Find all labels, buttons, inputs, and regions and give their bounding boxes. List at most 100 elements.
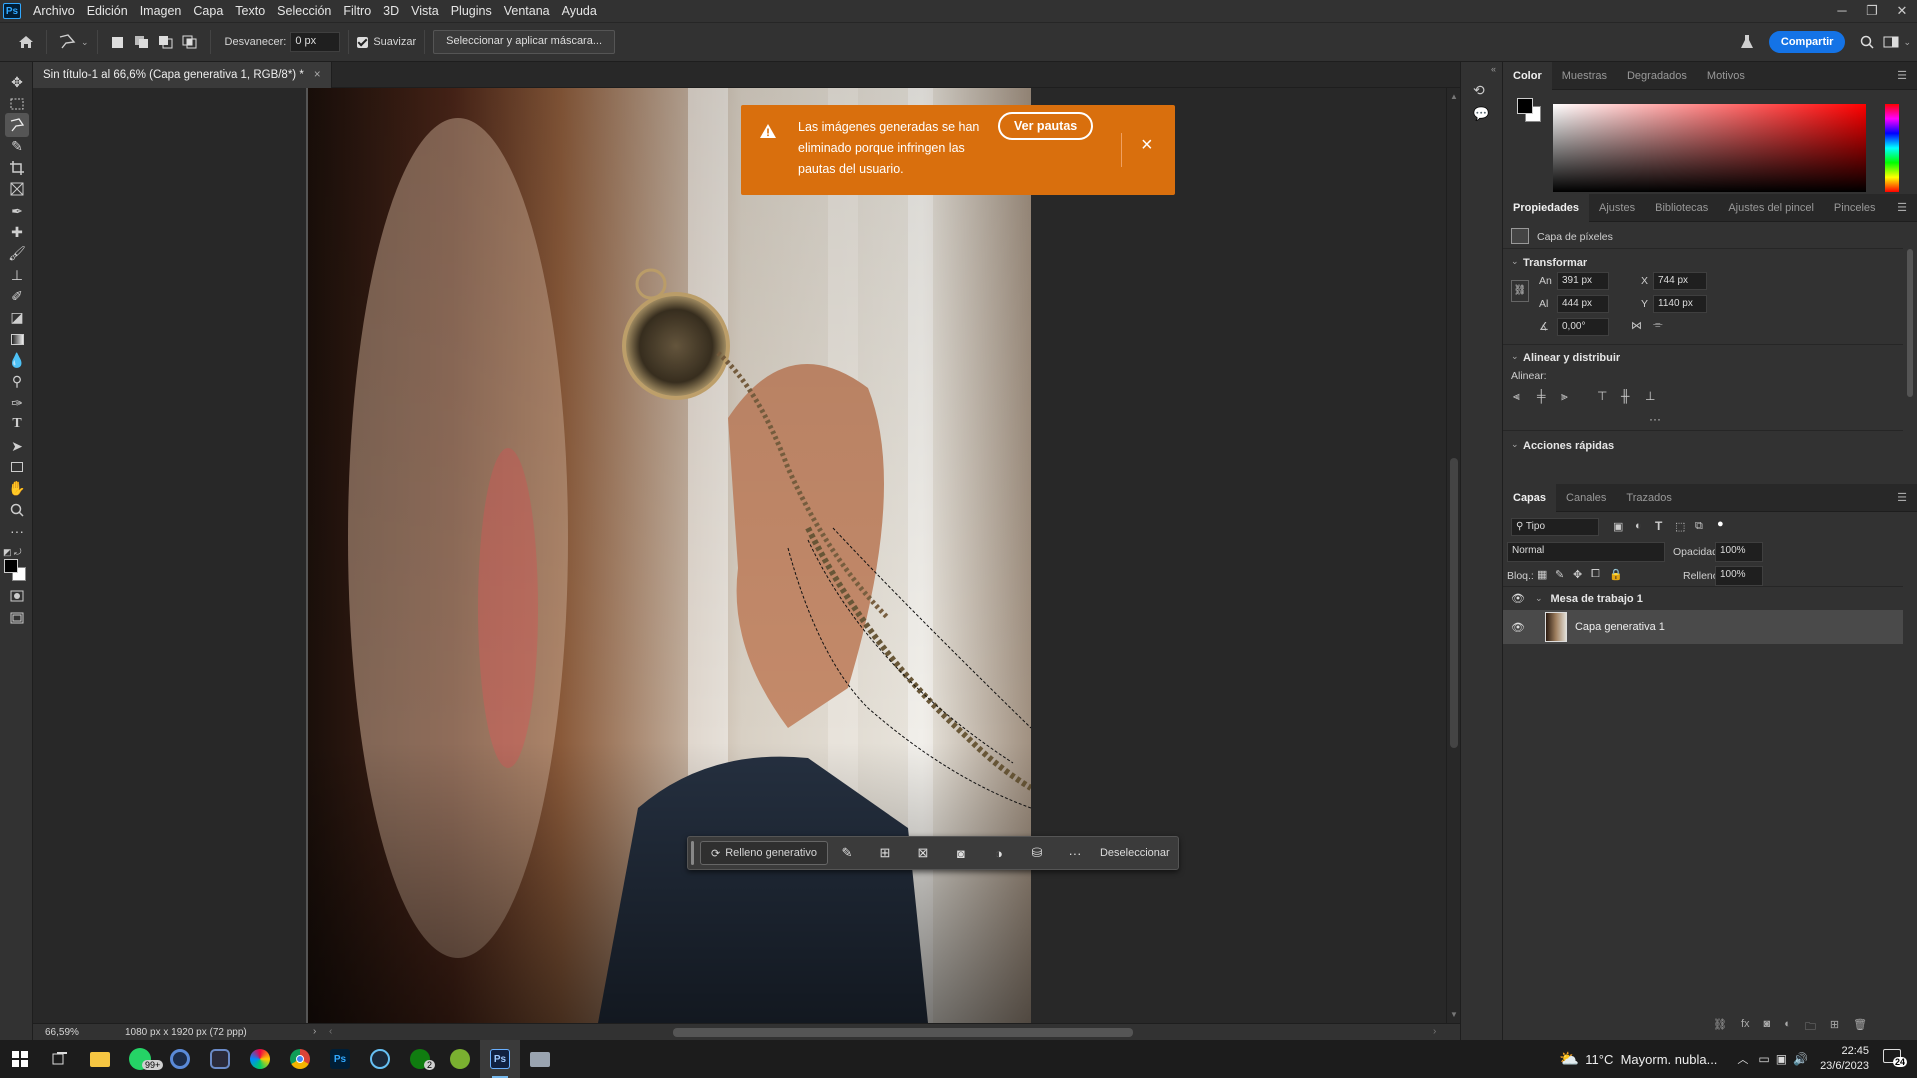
layer-row[interactable]: 👁 Capa generativa 1 xyxy=(1503,610,1903,644)
align-chevron-icon[interactable]: ⌄ xyxy=(1511,351,1519,362)
document-image[interactable] xyxy=(308,88,1031,1023)
display-icon[interactable]: ▣ xyxy=(1776,1052,1787,1066)
clock[interactable]: 22:45 23/6/2023 xyxy=(1820,1044,1869,1074)
smooth-checkbox[interactable] xyxy=(357,36,369,48)
menu-plugins[interactable]: Plugins xyxy=(445,4,498,18)
menu-edicion[interactable]: Edición xyxy=(81,4,134,18)
height-input[interactable]: 444 px xyxy=(1557,295,1609,313)
tab-properties[interactable]: Propiedades xyxy=(1503,193,1590,222)
align-center-h-icon[interactable]: ╪ xyxy=(1537,389,1546,403)
new-group-icon[interactable]: 🗀 xyxy=(1805,1018,1816,1037)
quick-mask-icon[interactable] xyxy=(5,584,29,608)
filter-type-icon[interactable]: T xyxy=(1655,519,1662,533)
create-mask-icon[interactable]: ◙ xyxy=(942,846,980,861)
opacity-input[interactable]: 100% xyxy=(1715,542,1763,562)
weather-icon[interactable]: ⛅ xyxy=(1559,1049,1579,1069)
tab-patterns[interactable]: Motivos xyxy=(1697,62,1755,90)
filter-smart-object-icon[interactable]: ⧉ xyxy=(1695,520,1703,533)
polygonal-lasso-icon[interactable] xyxy=(55,30,79,54)
notifications-icon[interactable]: 24 xyxy=(1883,1049,1908,1069)
horizontal-scroll-thumb[interactable] xyxy=(673,1028,1133,1037)
whatsapp-icon[interactable]: 99+ xyxy=(120,1040,164,1078)
home-icon[interactable] xyxy=(14,30,38,54)
align-top-icon[interactable]: ⊤ xyxy=(1597,389,1607,403)
tab-swatches[interactable]: Muestras xyxy=(1552,62,1617,90)
search-icon[interactable] xyxy=(1855,30,1879,54)
scroll-down-icon[interactable]: ▼ xyxy=(1450,1010,1458,1019)
lock-transparent-icon[interactable]: ▦ xyxy=(1537,568,1547,581)
menu-imagen[interactable]: Imagen xyxy=(134,4,188,18)
menu-vista[interactable]: Vista xyxy=(405,4,445,18)
layer-style-icon[interactable]: fx xyxy=(1741,1018,1750,1037)
properties-scroll-thumb[interactable] xyxy=(1907,249,1913,397)
expand-artboard-icon[interactable]: ⌄ xyxy=(1535,593,1543,604)
width-input[interactable]: 391 px xyxy=(1557,272,1609,290)
app-green-icon[interactable] xyxy=(440,1040,480,1078)
properties-menu-icon[interactable]: ☰ xyxy=(1887,194,1917,222)
close-window-icon[interactable]: ✕ xyxy=(1887,3,1917,19)
align-bottom-icon[interactable]: ⊥ xyxy=(1645,389,1655,403)
zoom-level[interactable]: 66,59% xyxy=(45,1027,115,1038)
flip-horizontal-icon[interactable]: ⋈ xyxy=(1631,319,1642,332)
network-icon[interactable]: ▭ xyxy=(1758,1052,1769,1066)
comments-panel-icon[interactable]: 💬 xyxy=(1473,106,1489,122)
y-input[interactable]: 1140 px xyxy=(1653,295,1707,313)
color-panel-menu-icon[interactable]: ☰ xyxy=(1887,62,1917,90)
tab-gradients[interactable]: Degradados xyxy=(1617,62,1697,90)
vertical-scroll-thumb[interactable] xyxy=(1450,458,1458,748)
lock-position-icon[interactable]: ✥ xyxy=(1573,568,1582,581)
app-colorful-icon[interactable] xyxy=(240,1040,280,1078)
x-input[interactable]: 744 px xyxy=(1653,272,1707,290)
link-dimensions-icon[interactable]: ⛓ xyxy=(1511,280,1529,302)
align-right-icon[interactable]: ⫸ xyxy=(1561,389,1568,404)
type-tool-icon[interactable]: T xyxy=(5,412,29,436)
minimize-icon[interactable]: ─ xyxy=(1827,3,1857,19)
lock-artboard-icon[interactable]: ⧠ xyxy=(1591,568,1600,581)
modify-selection-icon[interactable]: ✎ xyxy=(828,845,866,861)
subtract-selection-icon[interactable] xyxy=(154,30,178,54)
color-field[interactable] xyxy=(1553,104,1866,192)
contract-selection-icon[interactable]: ⊠ xyxy=(904,845,942,861)
lock-image-icon[interactable]: ✎ xyxy=(1555,568,1564,581)
new-adjustment-icon[interactable]: ◐ xyxy=(1784,1018,1791,1037)
flask-icon[interactable] xyxy=(1735,30,1759,54)
tab-layers[interactable]: Capas xyxy=(1503,483,1557,512)
restore-icon[interactable]: ❐ xyxy=(1857,3,1887,19)
frame-tool-icon[interactable] xyxy=(5,177,29,201)
more-align-icon[interactable]: ··· xyxy=(1649,412,1661,426)
show-hidden-icons-icon[interactable]: ︿ xyxy=(1737,1051,1748,1067)
document-tab[interactable]: Sin título-1 al 66,6% (Capa generativa 1… xyxy=(33,62,332,88)
layer-filter-select[interactable]: ⚲ Tipo xyxy=(1511,518,1599,536)
feather-input[interactable]: 0 px xyxy=(290,32,341,52)
menu-filtro[interactable]: Filtro xyxy=(337,4,377,18)
tab-adjustments[interactable]: Ajustes xyxy=(1589,194,1645,222)
blend-mode-select[interactable]: Normal xyxy=(1507,542,1665,562)
brush-tool-icon[interactable]: 🖌 xyxy=(5,241,29,265)
drag-handle[interactable] xyxy=(691,841,694,865)
filter-adjustment-icon[interactable]: ◐ xyxy=(1635,520,1642,532)
expand-selection-icon[interactable]: ⊞ xyxy=(866,845,904,861)
fill-input[interactable]: 100% xyxy=(1715,566,1763,586)
quick-actions-chevron-icon[interactable]: ⌄ xyxy=(1511,439,1519,450)
app-monitor-icon[interactable] xyxy=(520,1040,560,1078)
volume-icon[interactable]: 🔊 xyxy=(1793,1052,1808,1066)
fill-selection-icon[interactable]: ⛁ xyxy=(1018,845,1056,861)
angle-input[interactable]: 0,00° xyxy=(1557,318,1609,336)
layers-menu-icon[interactable]: ☰ xyxy=(1887,484,1917,512)
fg-color-chip[interactable] xyxy=(1517,98,1533,114)
add-selection-icon[interactable] xyxy=(130,30,154,54)
filter-toggle-icon[interactable]: ● xyxy=(1717,518,1724,530)
move-tool-icon[interactable]: ✥ xyxy=(5,70,29,94)
toast-close-icon[interactable]: × xyxy=(1141,135,1153,155)
hand-tool-icon[interactable]: ✋ xyxy=(5,476,29,500)
photoshop-taskbar-icon[interactable]: Ps xyxy=(320,1040,360,1078)
menu-seleccion[interactable]: Selección xyxy=(271,4,337,18)
status-menu-chevron-icon[interactable]: › xyxy=(313,1026,316,1037)
scroll-up-icon[interactable]: ▲ xyxy=(1450,92,1458,101)
tab-channels[interactable]: Canales xyxy=(1556,484,1616,512)
foreground-color-swatch[interactable] xyxy=(4,559,18,573)
menu-capa[interactable]: Capa xyxy=(187,4,229,18)
menu-archivo[interactable]: Archivo xyxy=(27,4,81,18)
close-document-icon[interactable]: × xyxy=(314,69,321,81)
start-button[interactable] xyxy=(0,1040,40,1078)
